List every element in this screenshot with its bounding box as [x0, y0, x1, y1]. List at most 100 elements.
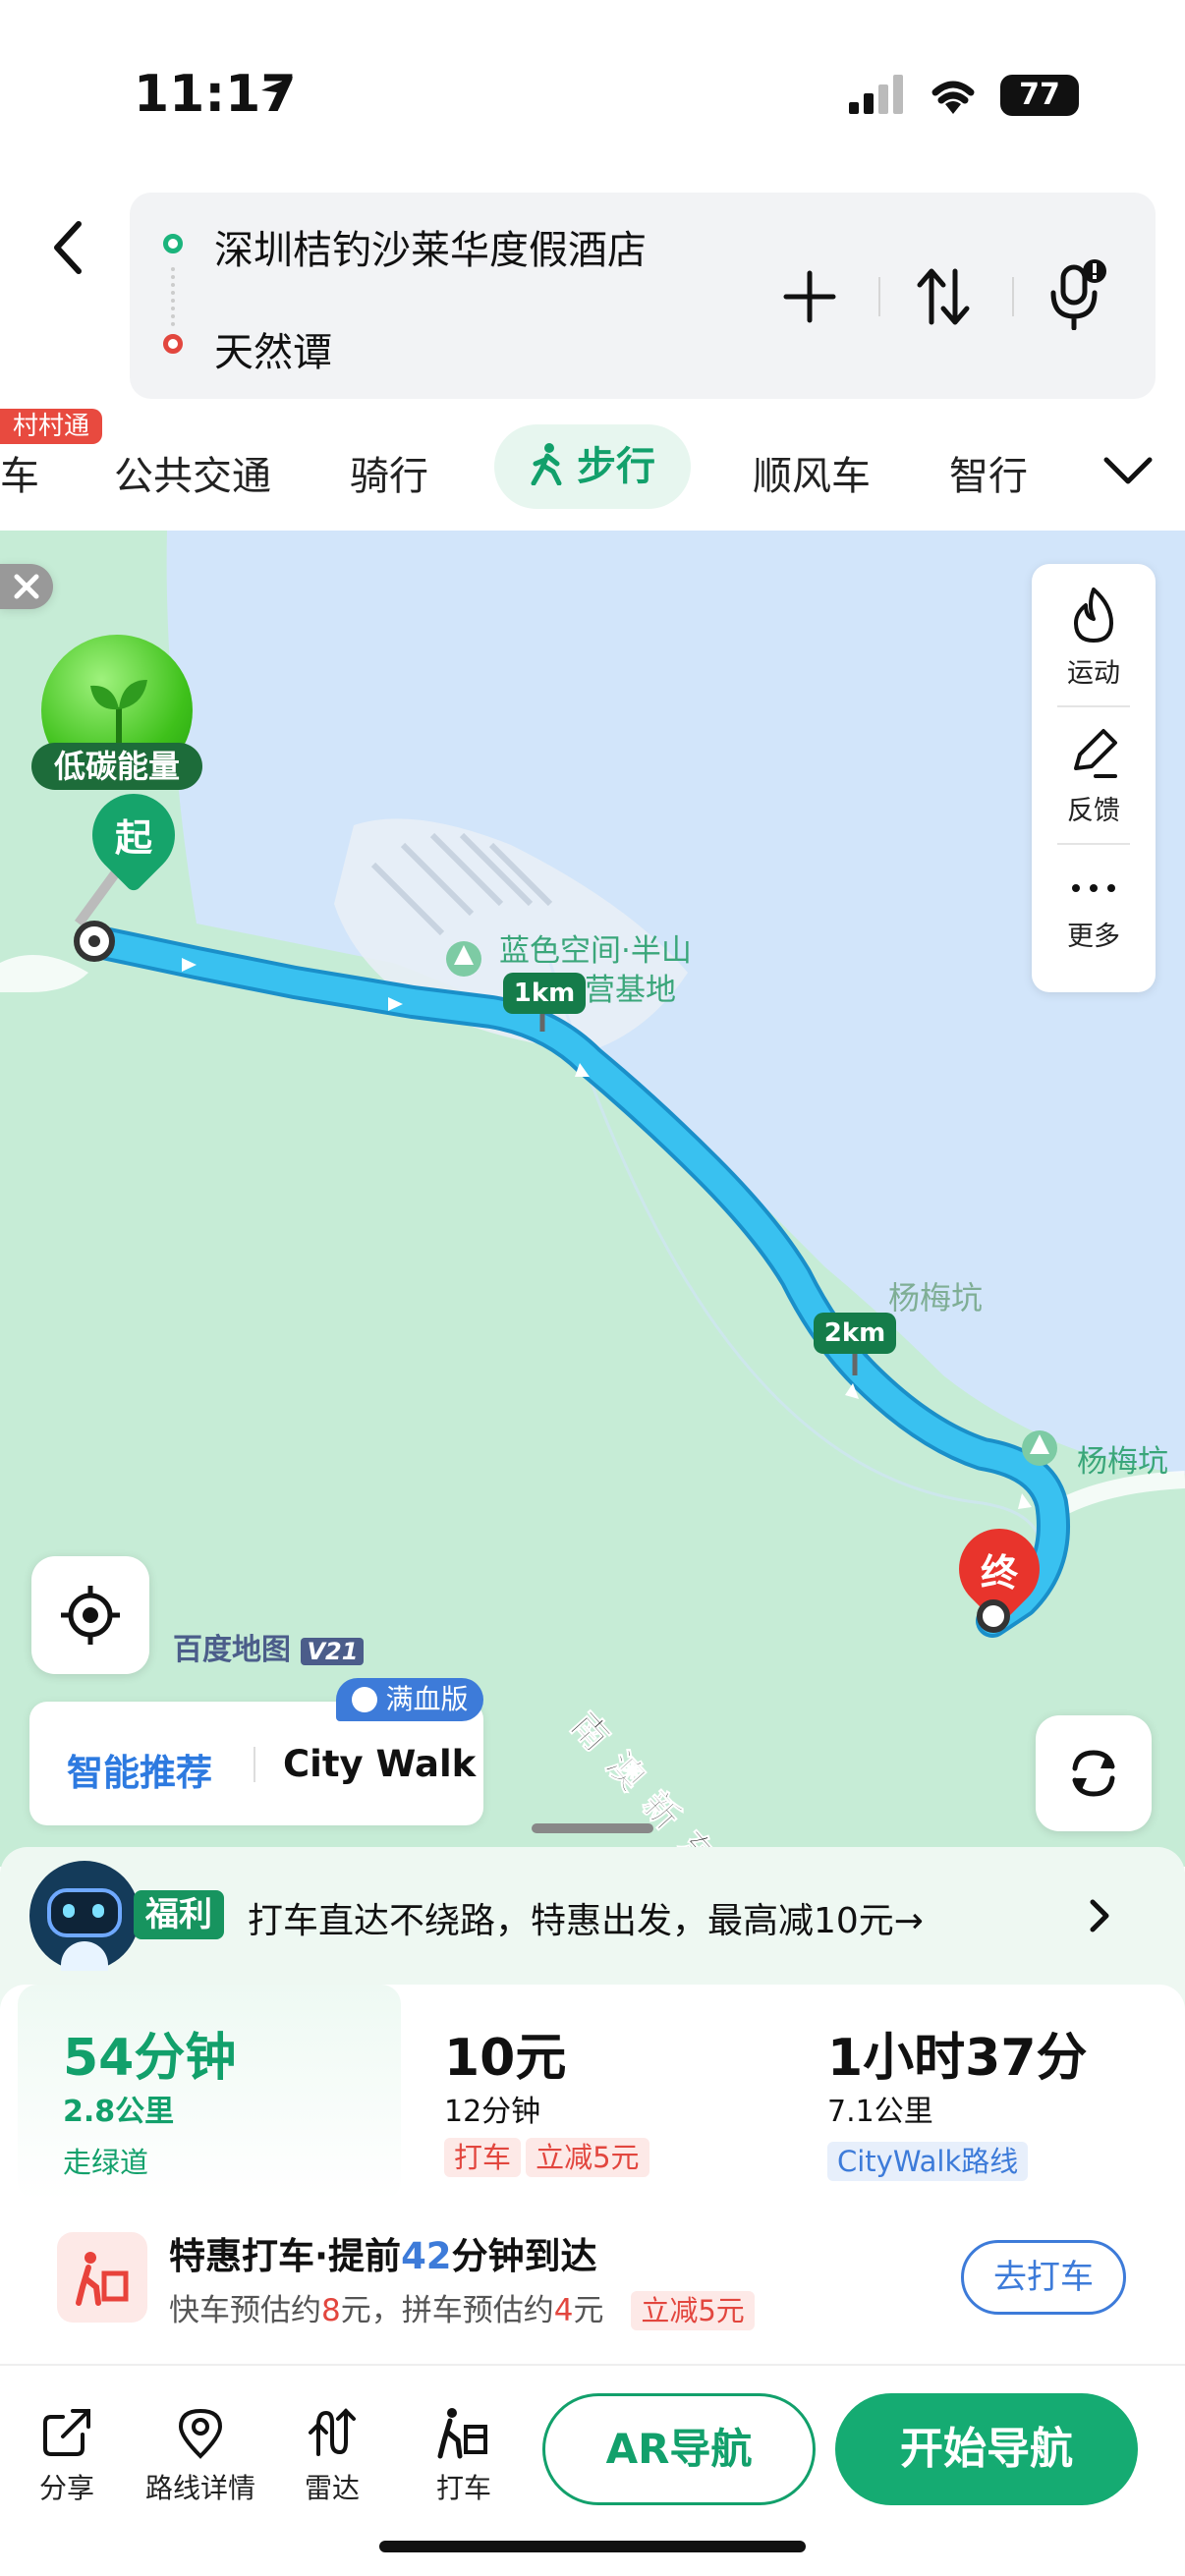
- energy-label[interactable]: 低碳能量: [31, 743, 202, 790]
- divider: [878, 277, 880, 316]
- status-bar: 11:17 77: [0, 0, 1185, 187]
- radar-label: 雷达: [304, 2472, 360, 2504]
- divider: [1057, 705, 1130, 707]
- taxi-button[interactable]: 打车: [405, 2405, 523, 2506]
- ar-navigation-button[interactable]: AR导航: [542, 2393, 816, 2505]
- chevron-right-icon: [1090, 1899, 1109, 1932]
- swap-icon[interactable]: [916, 265, 971, 328]
- back-icon[interactable]: [45, 218, 92, 277]
- taxi-offer: 特惠打车·提前42分钟到达 快车预估约8元，拼车预估约4元 立减5元 去打车: [0, 2224, 1185, 2342]
- taxi-pool-price: 4: [553, 2293, 574, 2328]
- wifi-icon: [931, 81, 975, 114]
- route-option[interactable]: 10元 12分钟 打车 立减5元: [419, 1985, 792, 2201]
- option-distance: 12分钟: [444, 2095, 541, 2129]
- start-location-field[interactable]: 深圳桔钓沙莱华度假酒店: [214, 218, 647, 275]
- add-waypoint-icon[interactable]: [782, 269, 837, 324]
- poi-label: 杨梅坑: [888, 1279, 984, 1316]
- share-label: 分享: [38, 2472, 94, 2504]
- go-taxi-button[interactable]: 去打车: [961, 2240, 1126, 2315]
- walk-icon: [531, 443, 562, 486]
- end-dot-icon: [163, 334, 183, 354]
- taxi-label: 打车: [435, 2472, 491, 2504]
- locate-button[interactable]: [31, 1556, 149, 1674]
- option-note: 走绿道: [63, 2146, 149, 2179]
- microphone-icon[interactable]: [1042, 257, 1110, 330]
- tab-smart[interactable]: 智行: [949, 444, 1028, 501]
- feedback-label: 反馈: [1067, 796, 1120, 826]
- radar-button[interactable]: 雷达: [273, 2405, 391, 2506]
- tab-carpool[interactable]: 顺风车: [753, 444, 871, 501]
- option-time: 1小时37分: [827, 2029, 1088, 2088]
- flame-icon: [1074, 588, 1113, 643]
- sprout-icon: [90, 680, 147, 751]
- village-badge: 村村通: [0, 409, 102, 444]
- taxi-fast-price: 8: [321, 2293, 341, 2328]
- more-button[interactable]: 更多: [1032, 868, 1156, 953]
- map-brand-version: V21: [301, 1638, 365, 1665]
- divider: [1012, 277, 1014, 316]
- taxi-tag: 打车: [444, 2138, 522, 2177]
- map-view[interactable]: 低碳能量 起 蓝色空间·半山 露营基地 1km 南澳新东路 杨梅坑 2km 杨梅…: [0, 531, 1185, 1867]
- route-panel: 福利 打车直达不绕路，特惠出发，最高减10元→ 54分钟 2.8公里 走绿道 1…: [0, 1847, 1185, 2576]
- route-option-selected[interactable]: 54分钟 2.8公里 走绿道: [18, 1985, 401, 2201]
- home-indicator: [379, 2541, 806, 2552]
- drag-handle[interactable]: [532, 1823, 653, 1833]
- tab-bike[interactable]: 骑行: [350, 444, 428, 501]
- refresh-button[interactable]: [1036, 1715, 1152, 1831]
- promo-text: 打车直达不绕路，特惠出发，最高减10元→: [248, 1901, 924, 1941]
- route-details-button[interactable]: 路线详情: [140, 2405, 261, 2506]
- route-connector: [171, 267, 175, 326]
- promo-banner[interactable]: 福利 打车直达不绕路，特惠出发，最高减10元→: [0, 1847, 1185, 1975]
- taxi-icon: [437, 2408, 487, 2459]
- end-point: [977, 1599, 1010, 1633]
- edit-icon: [1074, 729, 1117, 778]
- signal-icon: [849, 75, 903, 114]
- tab-walk-label: 步行: [576, 444, 655, 489]
- more-label: 更多: [1067, 922, 1120, 952]
- close-button[interactable]: [0, 564, 53, 609]
- taxi-minutes: 42: [401, 2235, 452, 2277]
- taxi-discount-tag: 立减5元: [631, 2291, 755, 2330]
- radar-icon: [309, 2408, 356, 2456]
- chevron-down-icon[interactable]: [1100, 454, 1156, 487]
- route-option[interactable]: 1小时37分 7.1公里 CityWalk路线: [802, 1985, 1185, 2201]
- smart-recommend-tab[interactable]: 智能推荐: [67, 1743, 212, 1796]
- poi-label: 杨梅坑: [1077, 1444, 1168, 1480]
- taxi-offer-title: 特惠打车·提前42分钟到达: [169, 2226, 597, 2279]
- map-brand-name: 百度地图: [173, 1633, 291, 1667]
- taxi-sub-c: 元: [573, 2293, 604, 2328]
- discount-tag: 立减5元: [526, 2138, 649, 2177]
- full-version-badge: 满血版: [336, 1678, 483, 1721]
- share-button[interactable]: 分享: [8, 2405, 126, 2506]
- sport-button[interactable]: 运动: [1032, 586, 1156, 690]
- tab-car[interactable]: 车: [0, 444, 39, 501]
- close-icon: [14, 574, 39, 599]
- option-distance: 2.8公里: [63, 2095, 175, 2129]
- more-icon: [1072, 884, 1115, 892]
- promo-badge: 福利: [134, 1890, 224, 1939]
- start-marker-label: 起: [114, 816, 152, 860]
- citywalk-tag: CityWalk路线: [827, 2142, 1029, 2181]
- taxi-title-a: 特惠打车·提前: [169, 2235, 402, 2277]
- km-marker: 1km: [503, 973, 586, 1014]
- tab-walk[interactable]: 步行: [494, 424, 691, 509]
- badge-icon: [351, 1687, 377, 1712]
- tab-transit[interactable]: 公共交通: [114, 444, 271, 501]
- option-distance: 7.1公里: [827, 2095, 933, 2129]
- start-dot-icon: [163, 234, 183, 253]
- taxi-title-b: 分钟到达: [451, 2235, 597, 2277]
- divider: [1057, 843, 1130, 845]
- taxi-sub-a: 快车预估约: [169, 2293, 321, 2328]
- refresh-icon: [1072, 1750, 1115, 1797]
- start-navigation-button[interactable]: 开始导航: [835, 2393, 1138, 2505]
- map-brand: 百度地图 V21: [173, 1625, 365, 1668]
- route-options: 54分钟 2.8公里 走绿道 10元 12分钟 打车 立减5元 1小时37分 7…: [0, 1985, 1185, 2576]
- taxi-offer-sub: 快车预估约8元，拼车预估约4元 立减5元: [169, 2285, 755, 2330]
- location-pin-icon: [178, 2408, 223, 2459]
- citywalk-tab[interactable]: City Walk: [283, 1743, 476, 1785]
- feedback-button[interactable]: 反馈: [1032, 725, 1156, 827]
- map-side-panel: 运动 反馈 更多: [1032, 564, 1156, 992]
- robot-icon: [29, 1861, 140, 1971]
- taxi-icon: [57, 2232, 147, 2323]
- end-location-field[interactable]: 天然谭: [214, 320, 332, 377]
